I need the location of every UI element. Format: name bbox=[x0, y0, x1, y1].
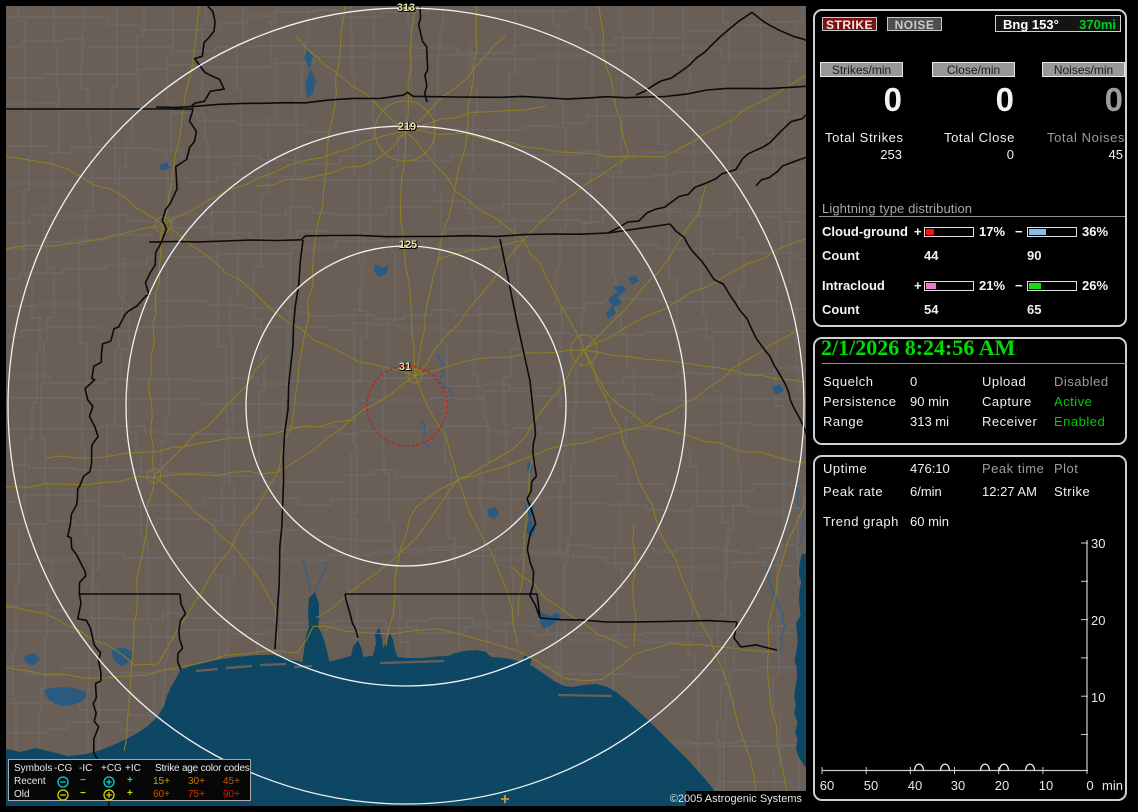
svg-text:20: 20 bbox=[995, 778, 1009, 793]
svg-text:60: 60 bbox=[820, 778, 834, 793]
svg-text:50: 50 bbox=[864, 778, 878, 793]
svg-text:20: 20 bbox=[1091, 613, 1105, 628]
svg-text:40: 40 bbox=[908, 778, 922, 793]
svg-text:min: min bbox=[1102, 778, 1123, 793]
svg-text:10: 10 bbox=[1091, 690, 1105, 705]
svg-text:30: 30 bbox=[1091, 536, 1105, 551]
svg-text:10: 10 bbox=[1039, 778, 1053, 793]
svg-text:0: 0 bbox=[1086, 778, 1093, 793]
svg-text:30: 30 bbox=[951, 778, 965, 793]
